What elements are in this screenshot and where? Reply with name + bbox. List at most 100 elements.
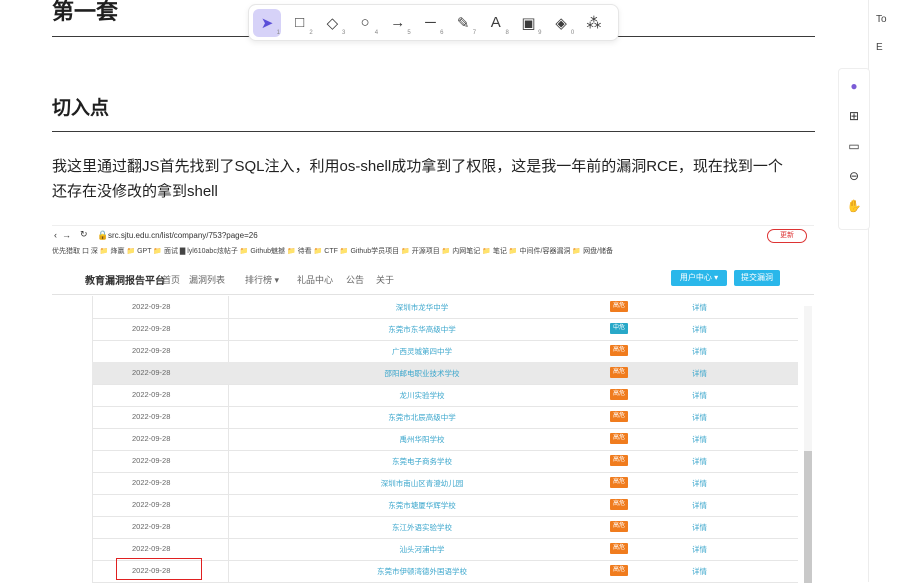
table-row[interactable]: 2022-09-28 东莞市塘厦华辉学校 高危 详情 (92, 494, 798, 517)
tool-shortcut-number: 2 (309, 29, 313, 36)
nav-ranking[interactable]: 排行榜 ▾ (245, 273, 279, 286)
tool-shortcut-number: 5 (407, 29, 411, 36)
table-row[interactable]: 2022-09-28 东莞市北辰高级中学 高危 详情 (92, 406, 798, 429)
row-detail-link[interactable]: 详情 (692, 412, 707, 423)
line-icon[interactable]: ─ 6 (416, 9, 444, 37)
row-detail-link[interactable]: 详情 (692, 500, 707, 511)
site-brand[interactable]: 教育漏洞报告平台 (85, 272, 165, 287)
row-detail-link[interactable]: 详情 (692, 456, 707, 467)
tool-shortcut-number: 3 (342, 29, 346, 36)
vuln-table: 2022-09-28 深圳市龙华中学 高危 详情 2022-09-28 东莞市东华高级中学… (92, 296, 804, 583)
row-date: 2022-09-28 (132, 544, 171, 553)
forward-icon[interactable]: → (62, 230, 71, 240)
nav-notice[interactable]: 公告 (346, 273, 364, 286)
row-detail-link[interactable]: 详情 (692, 302, 707, 313)
table-row[interactable]: 2022-09-28 东莞电子商务学校 高危 详情 (92, 450, 798, 473)
row-school-link[interactable]: 深圳市南山区青澄幼儿园 (322, 478, 522, 489)
cursor-icon-glyph: ➤ (260, 14, 274, 32)
nav-about[interactable]: 关于 (376, 273, 394, 286)
pencil-icon[interactable]: ✎ 7 (449, 9, 477, 37)
lock-icon[interactable]: ⊖ (839, 169, 869, 183)
tool-shortcut-number: 1 (276, 29, 280, 36)
row-school-link[interactable]: 东江外语实验学校 (322, 522, 522, 533)
nav-home[interactable]: 首页 (162, 273, 180, 286)
submit-vuln-button[interactable]: 提交漏洞 (734, 270, 780, 286)
row-date: 2022-09-28 (132, 390, 171, 399)
nav-vuln-list[interactable]: 漏洞列表 (189, 273, 225, 286)
cursor-icon[interactable]: ➤ 1 (253, 8, 281, 37)
row-detail-link[interactable]: 详情 (692, 434, 707, 445)
url-text[interactable]: src.sjtu.edu.cn/list/company/753?page=26 (108, 231, 258, 240)
row-date: 2022-09-28 (132, 434, 171, 443)
table-row[interactable]: 2022-09-28 邵阳邮电职业技术学校 高危 详情 (92, 362, 798, 385)
severity-badge: 高危 (610, 411, 628, 422)
diamond-icon[interactable]: ◇ 3 (318, 9, 346, 37)
book-icon[interactable]: ▭ (839, 139, 869, 153)
update-button[interactable]: 更新 (767, 229, 807, 243)
bookmarks-bar[interactable]: 优先猎取 口 深 📁 烽赢 📁 GPT 📁 面试 ▇ lyl610abc炫帖子 … (52, 246, 814, 262)
row-detail-link[interactable]: 详情 (692, 368, 707, 379)
row-school-link[interactable]: 龙川实验学校 (322, 390, 522, 401)
rectangle-icon[interactable]: □ 2 (286, 9, 314, 37)
shapes-icon[interactable]: ⁂ (580, 9, 608, 37)
reload-icon[interactable]: ↻ (80, 229, 88, 240)
table-row[interactable]: 2022-09-28 深圳市龙华中学 高危 详情 (92, 296, 798, 319)
page-heading-1: 第一套 (52, 0, 119, 24)
row-detail-link[interactable]: 详情 (692, 324, 707, 335)
row-school-link[interactable]: 深圳市龙华中学 (322, 302, 522, 313)
row-school-link[interactable]: 邵阳邮电职业技术学校 (322, 368, 522, 379)
image-icon-glyph: ▣ (521, 14, 536, 32)
tool-shortcut-number: 0 (570, 29, 575, 36)
severity-badge: 高危 (610, 499, 628, 510)
row-detail-link[interactable]: 详情 (692, 346, 707, 357)
table-row[interactable]: 2022-09-28 东江外语实验学校 高危 详情 (92, 516, 798, 539)
severity-badge: 高危 (610, 367, 628, 378)
user-center-button[interactable]: 用户中心 ▾ (671, 270, 727, 286)
nav-gifts[interactable]: 礼品中心 (297, 273, 333, 286)
row-detail-link[interactable]: 详情 (692, 478, 707, 489)
table-row[interactable]: 2022-09-28 深圳市南山区青澄幼儿园 高危 详情 (92, 472, 798, 495)
row-school-link[interactable]: 广西灵城第四中学 (322, 346, 522, 357)
back-icon[interactable]: ‹ (54, 230, 57, 240)
table-row[interactable]: 2022-09-28 广西灵城第四中学 高危 详情 (92, 340, 798, 363)
row-detail-link[interactable]: 详情 (692, 566, 707, 577)
body-paragraph: 我这里通过翻JS首先找到了SQL注入，利用os-shell成功拿到了权限，这是我… (52, 158, 783, 200)
row-date: 2022-09-28 (132, 522, 171, 531)
tool-shortcut-number: 7 (472, 29, 477, 36)
row-date: 2022-09-28 (132, 500, 171, 509)
tool-shortcut-number: 6 (440, 29, 444, 36)
hand-icon[interactable]: ✋ (839, 199, 869, 213)
site-navbar: 教育漏洞报告平台 首页 漏洞列表 排行榜 ▾ 礼品中心 公告 关于 用户中心 ▾… (52, 262, 814, 295)
eraser-icon[interactable]: ◈ 0 (547, 9, 575, 37)
row-date: 2022-09-28 (132, 456, 171, 465)
row-school-link[interactable]: 东莞市北辰高级中学 (322, 412, 522, 423)
row-detail-link[interactable]: 详情 (692, 544, 707, 555)
image-icon[interactable]: ▣ 9 (515, 9, 543, 37)
table-row[interactable]: 2022-09-28 禹州华阳学校 高危 详情 (92, 428, 798, 451)
section-heading: 切入点 (52, 98, 110, 119)
tool-shortcut-number: 8 (505, 29, 509, 36)
table-row[interactable]: 2022-09-28 龙川实验学校 高危 详情 (92, 384, 798, 407)
row-school-link[interactable]: 东莞市东华高级中学 (322, 324, 522, 335)
row-school-link[interactable]: 东莞电子商务学校 (322, 456, 522, 467)
drawing-toolbar: ➤ 1 □ 2 ◇ 3 ○ 4 → 5 ─ 6 ✎ 7 A 8 ▣ 9 ◈ 0 ⁂ (248, 4, 619, 41)
circle-icon[interactable]: ○ 4 (351, 9, 379, 37)
shapes-icon-glyph: ⁂ (586, 14, 602, 32)
row-school-link[interactable]: 东莞市塘厦华辉学校 (322, 500, 522, 511)
row-school-link[interactable]: 东莞市伊顿湾德外国语学校 (322, 566, 522, 577)
ai-icon[interactable]: ● (839, 79, 869, 93)
row-detail-link[interactable]: 详情 (692, 390, 707, 401)
row-detail-link[interactable]: 详情 (692, 522, 707, 533)
row-school-link[interactable]: 禹州华阳学校 (322, 434, 522, 445)
add-page-icon[interactable]: ⊞ (839, 109, 869, 123)
text-icon[interactable]: A8 (482, 9, 510, 37)
arrow-icon[interactable]: → 5 (384, 9, 412, 37)
scrollbar-thumb[interactable] (804, 451, 812, 583)
table-row[interactable]: 2022-09-28 东莞市东华高级中学 中危 详情 (92, 318, 798, 341)
arrow-icon-glyph: → (390, 14, 406, 31)
severity-badge: 中危 (610, 323, 628, 334)
severity-badge: 高危 (610, 543, 628, 554)
side-toolbar: ● ⊞ ▭ ⊖ ✋ (838, 68, 870, 230)
row-school-link[interactable]: 汕头河浦中学 (322, 544, 522, 555)
severity-badge: 高危 (610, 455, 628, 466)
